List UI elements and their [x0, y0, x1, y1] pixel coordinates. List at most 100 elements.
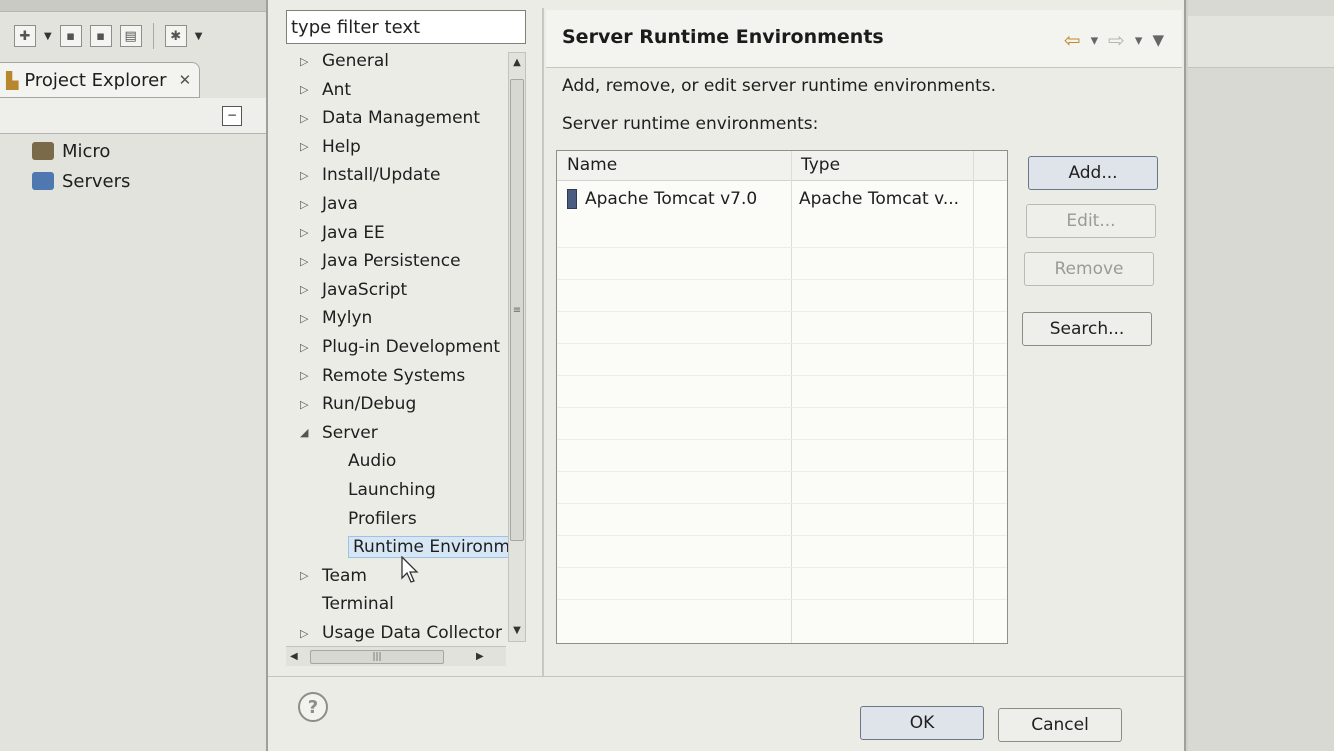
debug-dropdown-icon[interactable]: ▼: [195, 31, 203, 42]
forward-arrow-icon[interactable]: ⇨: [1108, 28, 1125, 52]
tree-item-ant[interactable]: ▷ Ant: [286, 77, 351, 103]
column-header-name[interactable]: Name: [567, 155, 617, 175]
tree-item-plug-in-development[interactable]: ▷ Plug-in Development: [286, 334, 500, 360]
tree-item-team[interactable]: ▷ Team: [286, 563, 367, 589]
cancel-button[interactable]: Cancel: [998, 708, 1122, 742]
tree-item-label: Runtime Environm: [348, 536, 516, 559]
tree-item-javascript[interactable]: ▷ JavaScript: [286, 277, 407, 303]
expand-arrow-icon[interactable]: ▷: [300, 398, 316, 411]
preferences-dialog: ▷ General ▷ Ant ▷ Data Management ▷ Help ▷ Instal…: [266, 0, 1186, 751]
tree-item-label: Java EE: [322, 222, 385, 243]
scroll-up-icon[interactable]: ▲: [509, 53, 525, 73]
tree-item-general[interactable]: ▷ General: [286, 48, 389, 74]
sash-divider[interactable]: [542, 8, 544, 676]
tree-item-label: General: [322, 51, 389, 71]
row-grid-line: [557, 439, 1007, 440]
tree-item-usage-data-collector[interactable]: ▷ Usage Data Collector: [286, 620, 502, 646]
row-grid-line: [557, 343, 1007, 344]
ok-button[interactable]: OK: [860, 706, 984, 740]
folder-icon: ▙: [6, 70, 19, 90]
tree-item-label: Usage Data Collector: [322, 623, 502, 643]
print-icon[interactable]: ▤: [119, 25, 142, 47]
save-all-icon[interactable]: ▪: [89, 25, 112, 47]
tree-item-remote-systems[interactable]: ▷ Remote Systems: [286, 363, 465, 389]
scroll-right-icon[interactable]: ▶: [476, 647, 484, 667]
new-icon[interactable]: ✚: [14, 25, 36, 47]
expand-arrow-icon[interactable]: ▷: [300, 569, 316, 582]
tree-item-audio[interactable]: Audio: [286, 448, 396, 474]
close-icon[interactable]: ✕: [179, 71, 192, 89]
edit-button[interactable]: Edit...: [1026, 204, 1156, 238]
expand-arrow-icon[interactable]: ▷: [300, 83, 316, 96]
tree-item-server[interactable]: ◢ Server: [286, 420, 378, 446]
expand-arrow-icon[interactable]: ▷: [300, 341, 316, 354]
expand-arrow-icon[interactable]: ▷: [300, 369, 316, 382]
expand-arrow-icon[interactable]: ▷: [300, 169, 316, 182]
tree-item-label: Launching: [348, 480, 436, 500]
row-grid-line: [557, 503, 1007, 504]
column-header-type[interactable]: Type: [801, 155, 840, 175]
tree-item-profilers[interactable]: Profilers: [286, 506, 417, 532]
tree-item-launching[interactable]: Launching: [286, 477, 436, 503]
search-button[interactable]: Search...: [1022, 312, 1152, 346]
tree-item-help[interactable]: ▷ Help: [286, 134, 361, 160]
save-icon[interactable]: ▪: [59, 25, 82, 47]
expand-arrow-icon[interactable]: ▷: [300, 283, 316, 296]
tree-item-label: Remote Systems: [322, 365, 466, 386]
expand-arrow-icon[interactable]: ▷: [300, 226, 316, 239]
tree-item-mylyn[interactable]: ▷ Mylyn: [286, 305, 372, 331]
tree-item-label: Mylyn: [322, 308, 373, 329]
add-button[interactable]: Add...: [1028, 156, 1158, 190]
collapse-arrow-icon[interactable]: ◢: [300, 426, 316, 439]
scroll-down-icon[interactable]: ▼: [509, 621, 525, 641]
project-explorer-tab[interactable]: ▙ Project Explorer ✕: [0, 62, 200, 98]
back-dropdown-icon[interactable]: ▾: [1091, 31, 1099, 49]
collapse-all-icon[interactable]: −: [222, 106, 242, 126]
filter-input[interactable]: [286, 10, 526, 44]
tree-item-run-debug[interactable]: ▷ Run/Debug: [286, 391, 416, 417]
forward-dropdown-icon[interactable]: ▾: [1135, 31, 1143, 49]
page-description: Add, remove, or edit server runtime envi…: [562, 76, 997, 96]
tree-item-java-persistence[interactable]: ▷ Java Persistence: [286, 248, 461, 274]
remove-button[interactable]: Remove: [1024, 252, 1154, 286]
runtime-environments-table[interactable]: Name Type Apache Tomcat v7.0 Apache Tomc…: [556, 150, 1008, 644]
expand-arrow-icon[interactable]: ▷: [300, 255, 316, 268]
tree-item-java[interactable]: ▷ Java: [286, 191, 358, 217]
footer-divider: [268, 676, 1184, 677]
row-grid-line: [557, 535, 1007, 536]
view-menu-icon[interactable]: ▼: [1152, 31, 1164, 49]
project-tree: Micro Servers: [32, 136, 130, 196]
scroll-left-icon[interactable]: ◀: [290, 647, 298, 667]
table-row[interactable]: Apache Tomcat v7.0 Apache Tomcat v...: [557, 183, 1007, 215]
mouse-cursor-icon: [401, 556, 419, 583]
help-icon[interactable]: ?: [298, 692, 328, 722]
scroll-thumb[interactable]: ≡: [510, 79, 524, 541]
workbench-background: ✚ ▼ ▪ ▪ ▤ ✱ ▼ ▙ Project Explorer ✕ − Mic…: [0, 0, 266, 751]
new-dropdown-icon[interactable]: ▼: [44, 31, 52, 42]
tree-item-micro[interactable]: Micro: [32, 136, 130, 166]
runtime-name: Apache Tomcat v7.0: [585, 189, 758, 209]
project-icon: [32, 142, 54, 160]
debug-icon[interactable]: ✱: [164, 25, 187, 47]
back-arrow-icon[interactable]: ⇦: [1064, 28, 1081, 52]
expand-arrow-icon[interactable]: ▷: [300, 140, 316, 153]
row-grid-line: [557, 247, 1007, 248]
scroll-thumb[interactable]: |||: [310, 650, 444, 664]
tree-horizontal-scrollbar[interactable]: ◀ ||| ▶: [286, 646, 506, 666]
tree-item-data-management[interactable]: ▷ Data Management: [286, 105, 480, 131]
expand-arrow-icon[interactable]: ▷: [300, 312, 316, 325]
tree-item-servers[interactable]: Servers: [32, 166, 130, 196]
project-explorer-title: Project Explorer: [24, 69, 167, 91]
expand-arrow-icon[interactable]: ▷: [300, 55, 316, 68]
tree-item-java-ee[interactable]: ▷ Java EE: [286, 220, 385, 246]
editor-background: [1188, 0, 1334, 751]
column-divider: [791, 151, 792, 643]
expand-arrow-icon[interactable]: ▷: [300, 112, 316, 125]
expand-arrow-icon[interactable]: ▷: [300, 198, 316, 211]
expand-arrow-icon[interactable]: ▷: [300, 627, 316, 640]
row-grid-line: [557, 279, 1007, 280]
tree-item-label: Run/Debug: [322, 394, 417, 415]
tree-item-terminal[interactable]: Terminal: [286, 591, 394, 617]
tree-item-install-update[interactable]: ▷ Install/Update: [286, 162, 440, 188]
tree-vertical-scrollbar[interactable]: ▲ ≡ ▼: [508, 52, 526, 642]
